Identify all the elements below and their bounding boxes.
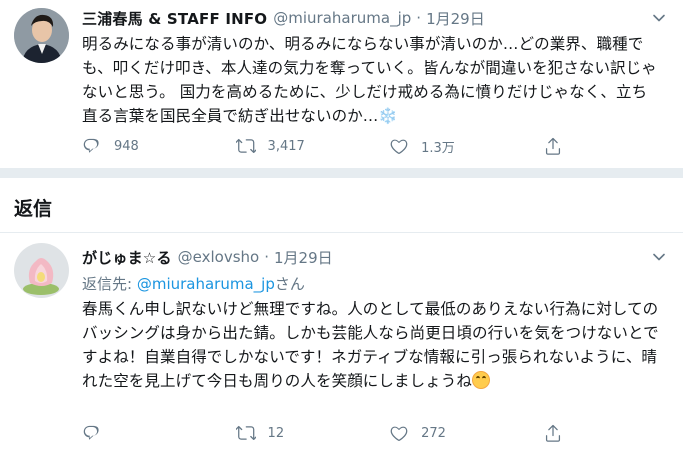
share-button[interactable] xyxy=(543,134,582,158)
chevron-down-icon[interactable] xyxy=(649,247,669,267)
tweet-text-content: 春馬くん申し訳ないけど無理ですね。人のとして最低のありえない行為に対してのバッシ… xyxy=(82,300,659,390)
user-handle[interactable]: @exlovsho xyxy=(178,248,260,266)
like-count: 1.3万 xyxy=(421,140,455,156)
share-icon xyxy=(545,424,560,442)
retweet-icon xyxy=(235,138,256,154)
separator: · xyxy=(264,248,269,266)
reply-to-suffix: さん xyxy=(274,275,305,293)
tweet-header: 三浦春馬 & STAFF INFO @miuraharuma_jp · 1月29… xyxy=(82,6,643,30)
tweet-date[interactable]: 1月29日 xyxy=(274,247,333,268)
share-icon xyxy=(545,137,560,155)
tweet-date[interactable]: 1月29日 xyxy=(426,8,485,29)
reply-icon xyxy=(83,138,99,153)
smiling-face-emoji xyxy=(472,371,491,389)
avatar[interactable] xyxy=(14,8,69,63)
snowflake-emoji: ❄️ xyxy=(378,107,398,125)
heart-icon xyxy=(390,139,408,155)
tweet-actions: 12 272 xyxy=(82,421,582,445)
retweet-button[interactable]: 3,417 xyxy=(235,134,390,158)
replies-title: 返信 xyxy=(14,198,53,220)
tweet-header: がじゅま☆る @exlovsho · 1月29日 xyxy=(82,245,643,269)
display-name[interactable]: がじゅま☆る xyxy=(82,247,172,268)
reply-to-prefix: 返信先: xyxy=(82,275,137,293)
like-count: 272 xyxy=(421,425,446,441)
retweet-icon xyxy=(235,425,256,441)
share-button[interactable] xyxy=(543,421,582,445)
separator: · xyxy=(416,9,422,27)
reply-icon xyxy=(83,425,99,440)
retweet-count: 3,417 xyxy=(267,138,305,154)
tweet-actions: 948 3,417 1.3万 xyxy=(82,134,582,158)
main-tweet[interactable]: 三浦春馬 & STAFF INFO @miuraharuma_jp · 1月29… xyxy=(0,0,683,168)
chevron-down-icon[interactable] xyxy=(649,8,669,28)
like-button[interactable]: 272 xyxy=(389,421,543,445)
reply-to-mention[interactable]: @miuraharuma_jp xyxy=(137,275,275,293)
display-name[interactable]: 三浦春馬 & STAFF INFO xyxy=(82,8,267,29)
heart-icon xyxy=(390,426,408,442)
reply-to-line: 返信先: @miuraharuma_jpさん xyxy=(82,273,305,294)
retweet-button[interactable]: 12 xyxy=(235,421,390,445)
reply-button[interactable] xyxy=(82,421,236,445)
replies-header: 返信 xyxy=(0,178,683,232)
reply-count: 948 xyxy=(114,138,139,154)
avatar[interactable] xyxy=(14,243,69,298)
like-button[interactable]: 1.3万 xyxy=(389,134,543,158)
reply-button[interactable]: 948 xyxy=(82,134,236,158)
tweet-text-content: 明るみになる事が清いのか、明るみにならない事が清いのか…どの業界、職種でも、叩く… xyxy=(82,35,657,125)
tweet-text: 春馬くん申し訳ないけど無理ですね。人のとして最低のありえない行為に対してのバッシ… xyxy=(82,297,662,393)
tweet-text: 明るみになる事が清いのか、明るみにならない事が清いのか…どの業界、職種でも、叩く… xyxy=(82,32,662,128)
user-handle[interactable]: @miuraharuma_jp xyxy=(273,9,411,27)
reply-tweet[interactable]: がじゅま☆る @exlovsho · 1月29日 返信先: @miuraharu… xyxy=(0,232,683,458)
retweet-count: 12 xyxy=(267,425,285,441)
section-divider xyxy=(0,168,683,178)
